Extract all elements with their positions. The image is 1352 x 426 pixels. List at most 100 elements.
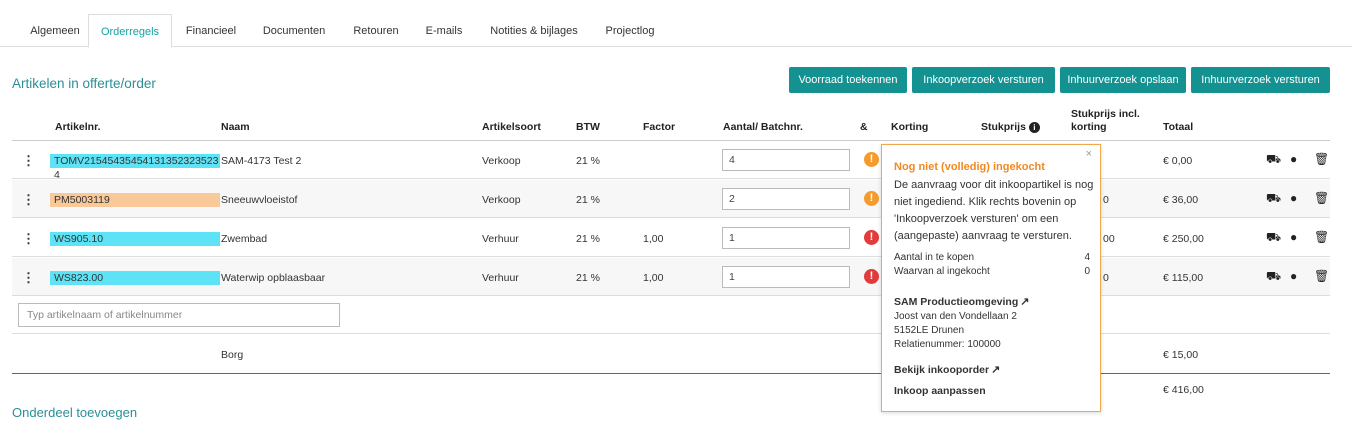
tab-bar: Algemeen Orderregels Financieel Document…	[0, 0, 1352, 48]
view-purchase-order-link[interactable]: Bekijk inkooporder ↗	[894, 363, 1000, 376]
row-type: Verkoop	[482, 194, 521, 206]
row-unit-price-disc: 00	[1103, 233, 1115, 245]
warning-icon[interactable]: !	[864, 152, 879, 167]
info-icon[interactable]: i	[1028, 122, 1040, 133]
close-icon[interactable]: ×	[1086, 148, 1092, 160]
edit-purchase-link[interactable]: Inkoop aanpassen	[894, 385, 986, 397]
cart-icon[interactable]: ⛟	[1266, 269, 1281, 285]
comment-icon[interactable]: ●	[1290, 269, 1297, 283]
tab-documenten[interactable]: Documenten	[256, 14, 332, 47]
supplier-name-link[interactable]: SAM Productieomgeving ↗	[894, 295, 1029, 308]
tab-algemeen[interactable]: Algemeen	[27, 14, 83, 47]
col-header-unit-price-disc: Stukprijs incl. korting	[1071, 108, 1140, 133]
article-search-input[interactable]: Typ artikelnaam of artikelnummer	[18, 303, 340, 327]
col-header-amp: &	[860, 121, 868, 133]
error-icon[interactable]: !	[864, 269, 879, 284]
tab-financieel[interactable]: Financieel	[181, 14, 241, 47]
purchase-status-popover: × Nog niet (volledig) ingekocht De aanvr…	[881, 144, 1101, 412]
row-sku[interactable]: WS823.00	[50, 271, 220, 285]
col-header-sku: Artikelnr.	[55, 121, 101, 133]
table-row: ⋮ WS823.00 Waterwip opblaasbaar Verhuur …	[12, 258, 1330, 296]
trash-icon[interactable]: 🗑	[1314, 152, 1329, 166]
row-qty-input[interactable]: 1	[722, 227, 850, 249]
deposit-label: Borg	[221, 349, 244, 361]
row-menu-icon[interactable]: ⋮	[22, 192, 35, 208]
warning-icon[interactable]: !	[864, 191, 879, 206]
row-sku[interactable]: WS905.10	[50, 232, 220, 246]
row-menu-icon[interactable]: ⋮	[22, 153, 35, 169]
row-menu-icon[interactable]: ⋮	[22, 231, 35, 247]
to-buy-row: Aantal in te kopen 4	[894, 252, 1090, 263]
row-sku[interactable]: PM5003119	[50, 193, 220, 207]
external-link-icon: ↗	[991, 364, 1001, 376]
row-unit-price-disc: 0	[1103, 272, 1109, 284]
row-menu-icon[interactable]: ⋮	[22, 270, 35, 286]
tab-projectlog[interactable]: Projectlog	[600, 14, 660, 47]
deposit-total: € 15,00	[1163, 349, 1199, 361]
row-type: Verkoop	[482, 155, 521, 167]
comment-icon[interactable]: ●	[1290, 152, 1297, 166]
section-title: Artikelen in offerte/order	[12, 76, 156, 91]
allocate-stock-button[interactable]: Voorraad toekennen	[789, 67, 907, 93]
tab-emails[interactable]: E-mails	[419, 14, 469, 47]
cart-icon[interactable]: ⛟	[1266, 191, 1281, 207]
bought-row: Waarvan al ingekocht 0	[894, 266, 1090, 277]
supplier-relation: Relatienummer: 100000	[894, 339, 1001, 350]
row-actions: ⛟ ● 🗑	[1266, 230, 1336, 246]
col-header-total: Totaal	[1163, 121, 1194, 133]
col-header-discount: Korting	[891, 121, 929, 133]
row-name: SAM-4173 Test 2	[221, 155, 302, 167]
popover-title: Nog niet (volledig) ingekocht	[894, 161, 1045, 173]
row-total: € 115,00	[1163, 272, 1204, 284]
col-header-name: Naam	[221, 121, 250, 133]
row-name: Sneeuwvloeistof	[221, 194, 298, 206]
col-header-factor: Factor	[643, 121, 676, 133]
tab-notities[interactable]: Notities & bijlages	[484, 14, 584, 47]
tab-orderregels[interactable]: Orderregels	[88, 14, 172, 48]
divider	[12, 333, 1330, 334]
cart-icon[interactable]: ⛟	[1266, 230, 1281, 246]
grand-total: € 416,00	[1163, 384, 1204, 396]
row-unit-price-disc: 0	[1103, 194, 1109, 206]
row-total: € 250,00	[1163, 233, 1204, 245]
error-icon[interactable]: !	[864, 230, 879, 245]
send-purchase-request-button[interactable]: Inkoopverzoek versturen	[912, 67, 1055, 93]
row-actions: ⛟ ● 🗑	[1266, 191, 1336, 207]
row-qty-input[interactable]: 1	[722, 266, 850, 288]
row-vat: 21 %	[576, 155, 600, 167]
row-type: Verhuur	[482, 272, 519, 284]
trash-icon[interactable]: 🗑	[1314, 191, 1329, 205]
tab-retouren[interactable]: Retouren	[348, 14, 404, 47]
send-rental-request-button[interactable]: Inhuurverzoek versturen	[1191, 67, 1330, 93]
trash-icon[interactable]: 🗑	[1314, 230, 1329, 244]
table-row: ⋮ TOMV21545435454131352323523​4 SAM-4173…	[12, 141, 1330, 181]
row-vat: 21 %	[576, 194, 600, 206]
row-factor: 1,00	[643, 233, 664, 245]
row-name: Waterwip opblaasbaar	[221, 272, 326, 284]
row-qty-input[interactable]: 4	[722, 149, 850, 171]
row-type: Verhuur	[482, 233, 519, 245]
row-total: € 36,00	[1163, 194, 1199, 206]
popover-description: De aanvraag voor dit inkoopartikel is no…	[894, 179, 1094, 242]
comment-icon[interactable]: ●	[1290, 230, 1297, 244]
row-vat: 21 %	[576, 272, 600, 284]
add-section-link[interactable]: Onderdeel toevoegen	[12, 405, 137, 420]
row-name: Zwembad	[221, 233, 268, 245]
row-sku[interactable]: TOMV21545435454131352323523​4	[50, 154, 220, 181]
row-vat: 21 %	[576, 233, 600, 245]
row-factor: 1,00	[643, 272, 664, 284]
supplier-address: Joost van den Vondellaan 2	[894, 311, 1017, 322]
row-actions: ⛟ ● 🗑	[1266, 152, 1336, 168]
table-row: ⋮ WS905.10 Zwembad Verhuur 21 % 1,00 1 !…	[12, 219, 1330, 257]
trash-icon[interactable]: 🗑	[1314, 269, 1329, 283]
save-rental-request-button[interactable]: Inhuurverzoek opslaan	[1060, 67, 1186, 93]
row-qty-input[interactable]: 2	[722, 188, 850, 210]
col-header-vat: BTW	[576, 121, 600, 133]
cart-icon[interactable]: ⛟	[1266, 152, 1281, 168]
comment-icon[interactable]: ●	[1290, 191, 1297, 205]
col-header-qty: Aantal/ Batchnr.	[723, 121, 803, 133]
row-total: € 0,00	[1163, 155, 1193, 167]
col-header-unit-price: Stukprijs i	[981, 121, 1040, 133]
total-divider	[12, 373, 1330, 374]
row-actions: ⛟ ● 🗑	[1266, 269, 1336, 285]
